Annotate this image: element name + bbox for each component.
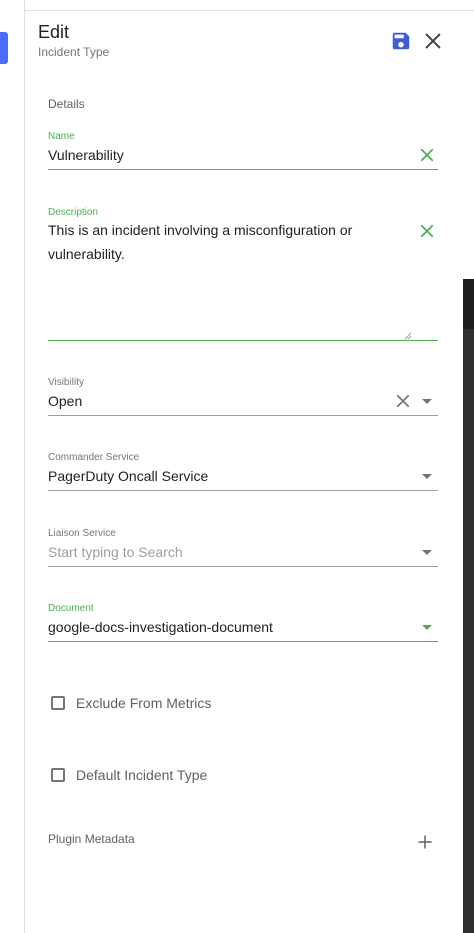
- commander-service-underline: [48, 490, 438, 491]
- document-select[interactable]: google-docs-investigation-document: [48, 619, 273, 635]
- background-dark-edge-top: [463, 279, 474, 329]
- visibility-underline: [48, 415, 438, 416]
- textarea-resize-handle[interactable]: [404, 332, 412, 340]
- description-textarea[interactable]: This is an incident involving a misconfi…: [48, 218, 378, 266]
- default-incident-type-checkbox[interactable]: [51, 768, 65, 782]
- details-section-label: Details: [48, 97, 85, 111]
- visibility-dropdown-icon[interactable]: [422, 399, 432, 404]
- commander-service-label: Commander Service: [48, 452, 140, 463]
- description-clear-icon[interactable]: [418, 222, 436, 240]
- document-underline: [48, 641, 438, 642]
- visibility-select[interactable]: Open: [48, 393, 82, 409]
- exclude-from-metrics-checkbox[interactable]: [51, 696, 65, 710]
- name-label: Name: [48, 131, 75, 142]
- liaison-service-underline: [48, 566, 438, 567]
- background-dark-edge: [463, 279, 474, 933]
- visibility-clear-icon[interactable]: [394, 392, 412, 410]
- default-incident-type-label[interactable]: Default Incident Type: [76, 767, 207, 783]
- background-page-strip: [0, 0, 25, 933]
- drawer-subtitle: Incident Type: [38, 45, 110, 59]
- name-underline: [48, 169, 438, 170]
- visibility-label: Visibility: [48, 377, 84, 388]
- document-label: Document: [48, 603, 94, 614]
- background-button[interactable]: [0, 32, 8, 64]
- name-input[interactable]: Vulnerability: [48, 147, 124, 163]
- save-icon[interactable]: [390, 30, 412, 52]
- add-plugin-metadata-icon[interactable]: [416, 833, 434, 851]
- description-label: Description: [48, 207, 99, 218]
- plugin-metadata-label: Plugin Metadata: [48, 832, 135, 846]
- commander-service-dropdown-icon[interactable]: [422, 474, 432, 479]
- description-underline: [48, 340, 438, 341]
- close-icon[interactable]: [422, 30, 444, 52]
- liaison-service-input[interactable]: Start typing to Search: [48, 544, 183, 560]
- liaison-service-label: Liaison Service: [48, 528, 116, 539]
- exclude-from-metrics-label[interactable]: Exclude From Metrics: [76, 695, 211, 711]
- commander-service-select[interactable]: PagerDuty Oncall Service: [48, 468, 208, 484]
- document-dropdown-icon[interactable]: [422, 625, 432, 630]
- drawer-title: Edit: [38, 22, 70, 42]
- name-clear-icon[interactable]: [418, 146, 436, 164]
- liaison-service-dropdown-icon[interactable]: [422, 550, 432, 555]
